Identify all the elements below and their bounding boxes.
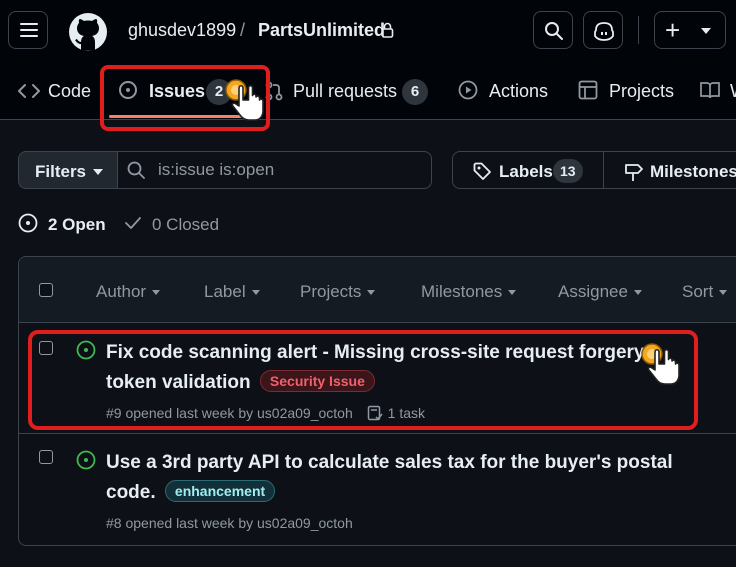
github-logo-icon[interactable] (68, 12, 108, 52)
tab-pull-requests[interactable]: Pull requests 6 (265, 62, 435, 120)
labels-button[interactable]: Labels 13 (452, 151, 604, 189)
milestones-label: Milestones (650, 162, 736, 181)
labels-label: Labels (499, 162, 553, 181)
search-button[interactable] (533, 11, 573, 49)
closed-issues-filter[interactable]: 0 Closed (124, 213, 219, 235)
issue-search-input[interactable] (117, 151, 432, 189)
issue-opened-icon (18, 213, 38, 233)
tab-pull-requests-count: 6 (402, 79, 428, 105)
chevron-down-icon (93, 169, 103, 175)
tab-pull-requests-label: Pull requests (293, 81, 398, 101)
projects-filter[interactable]: Projects (300, 282, 376, 302)
table-icon (578, 80, 598, 100)
tab-code-label: Code (48, 81, 92, 101)
open-issues-filter[interactable]: 2 Open (18, 213, 106, 238)
milestones-button[interactable]: Milestones (603, 151, 736, 189)
hand-cursor-icon (225, 79, 264, 121)
closed-count-label: 0 Closed (152, 215, 220, 234)
header-divider (638, 16, 639, 44)
sort-filter[interactable]: Sort (682, 282, 728, 302)
select-all-checkbox[interactable] (39, 283, 53, 297)
chevron-down-icon (719, 290, 728, 296)
chevron-down-icon (701, 28, 711, 34)
chevron-down-icon (367, 290, 376, 296)
issue-meta-text: #8 opened last week by us02a09_octoh (106, 515, 353, 531)
label-filter-label: Label (204, 282, 246, 301)
chevron-down-icon (508, 290, 517, 296)
filters-button[interactable]: Filters (18, 151, 118, 189)
plus-icon: + (665, 15, 681, 45)
author-filter-label: Author (96, 282, 147, 301)
assignee-filter[interactable]: Assignee (558, 282, 642, 302)
issue-highlight (28, 330, 698, 430)
tab-code[interactable]: Code (18, 62, 98, 120)
global-header: ghusdev1899 / PartsUnlimited + (0, 0, 736, 62)
author-filter[interactable]: Author (96, 282, 161, 302)
labels-count: 13 (553, 159, 583, 183)
milestones-filter-label: Milestones (421, 282, 503, 301)
chevron-down-icon (251, 290, 260, 296)
open-count-label: 2 Open (48, 215, 106, 234)
assignee-filter-label: Assignee (558, 282, 628, 301)
issue-checkbox[interactable] (39, 450, 53, 464)
breadcrumb-owner[interactable]: ghusdev1899 (128, 20, 236, 41)
tab-projects[interactable]: Projects (578, 62, 678, 120)
projects-filter-label: Projects (300, 282, 362, 301)
tab-wiki[interactable]: W (700, 62, 736, 120)
book-icon (700, 82, 720, 99)
sort-filter-label: Sort (682, 282, 714, 301)
label-filter[interactable]: Label (204, 282, 260, 302)
chevron-down-icon (152, 290, 161, 296)
create-new-button[interactable]: + (654, 11, 726, 49)
play-icon (458, 80, 478, 100)
issue-opened-icon (76, 450, 96, 470)
chevron-down-icon (633, 290, 642, 296)
hand-cursor-icon (641, 343, 680, 385)
issue-row: Use a 3rd party API to calculate sales t… (19, 435, 736, 545)
milestones-filter[interactable]: Milestones (421, 282, 517, 302)
search-icon (545, 22, 563, 40)
search-icon (127, 161, 145, 179)
tab-actions[interactable]: Actions (458, 62, 558, 120)
breadcrumb-separator: / (240, 20, 246, 40)
tag-icon (473, 162, 491, 180)
check-icon (125, 217, 141, 229)
menu-button[interactable] (8, 11, 48, 49)
milestone-icon (625, 164, 643, 181)
issue-meta: #8 opened last week by us02a09_octoh (106, 515, 353, 531)
filters-label: Filters (35, 162, 87, 181)
hamburger-icon (20, 23, 38, 37)
copilot-button[interactable] (583, 11, 623, 49)
lock-icon (381, 22, 394, 38)
issue-title: Use a 3rd party API to calculate sales t… (106, 448, 686, 508)
issues-list-header: Author Label Projects Milestones Assigne… (19, 257, 736, 323)
issue-label[interactable]: enhancement (164, 480, 276, 502)
tab-wiki-label: W (730, 81, 736, 102)
copilot-icon (594, 22, 614, 41)
breadcrumb-repo[interactable]: PartsUnlimited (258, 20, 385, 41)
tab-projects-label: Projects (609, 81, 675, 101)
code-icon (18, 84, 40, 98)
tab-actions-label: Actions (489, 81, 549, 101)
